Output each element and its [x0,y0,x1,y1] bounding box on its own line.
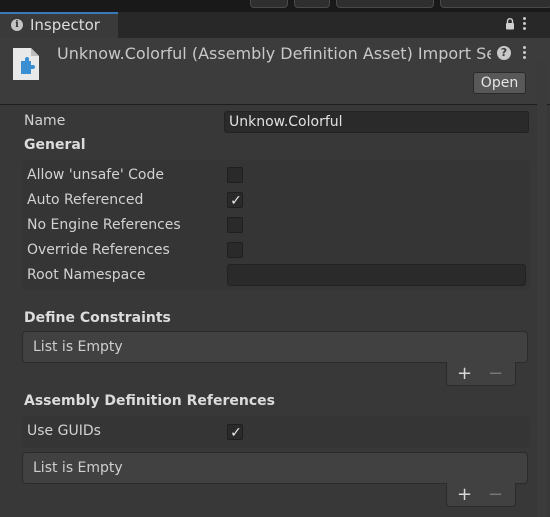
open-button[interactable]: Open [473,72,526,94]
plus-icon[interactable]: + [457,486,472,504]
assembly-references-list: List is Empty [22,452,528,484]
general-heading: General [24,137,86,153]
assembly-references-heading: Assembly Definition References [24,393,275,409]
asset-file-icon [13,48,39,80]
checkmark-icon: ✓ [230,425,242,441]
minus-icon[interactable]: − [488,365,503,383]
override-references-label: Override References [27,242,170,258]
name-label: Name [24,113,66,129]
tab-inspector-label: Inspector [30,16,100,34]
no-engine-references-label: No Engine References [27,217,181,233]
auto-referenced-label: Auto Referenced [27,192,144,208]
override-references-checkbox[interactable] [227,242,243,258]
header-kebab-menu-icon[interactable] [523,46,527,61]
root-namespace-label: Root Namespace [27,267,146,283]
allow-unsafe-checkbox[interactable] [227,167,243,183]
list-empty-text: List is Empty [33,339,123,355]
kebab-menu-icon[interactable] [523,17,527,32]
root-namespace-field[interactable] [227,264,526,286]
checkmark-icon: ✓ [230,193,242,209]
define-constraints-list: List is Empty [22,331,528,363]
toolbar-button[interactable] [250,0,288,8]
define-constraints-heading: Define Constraints [24,310,171,326]
auto-referenced-checkbox[interactable]: ✓ [227,192,243,209]
toolbar-button[interactable] [440,0,550,8]
toolbar-button[interactable] [336,0,434,8]
no-engine-references-checkbox[interactable] [227,217,243,233]
plus-icon[interactable]: + [457,365,472,383]
header-title: Unknow.Colorful (Assembly Definition Ass… [57,44,491,63]
name-field[interactable]: Unknow.Colorful [224,111,529,133]
minus-icon[interactable]: − [488,486,503,504]
scrollbar[interactable] [537,60,547,517]
info-icon: i [11,19,23,31]
use-guids-checkbox[interactable]: ✓ [227,424,243,441]
lock-icon[interactable] [505,18,515,30]
list-empty-text: List is Empty [33,460,123,476]
toolbar-button[interactable] [294,0,330,8]
allow-unsafe-label: Allow 'unsafe' Code [27,167,164,183]
use-guids-label: Use GUIDs [27,423,101,439]
help-icon[interactable]: ? [497,46,511,60]
